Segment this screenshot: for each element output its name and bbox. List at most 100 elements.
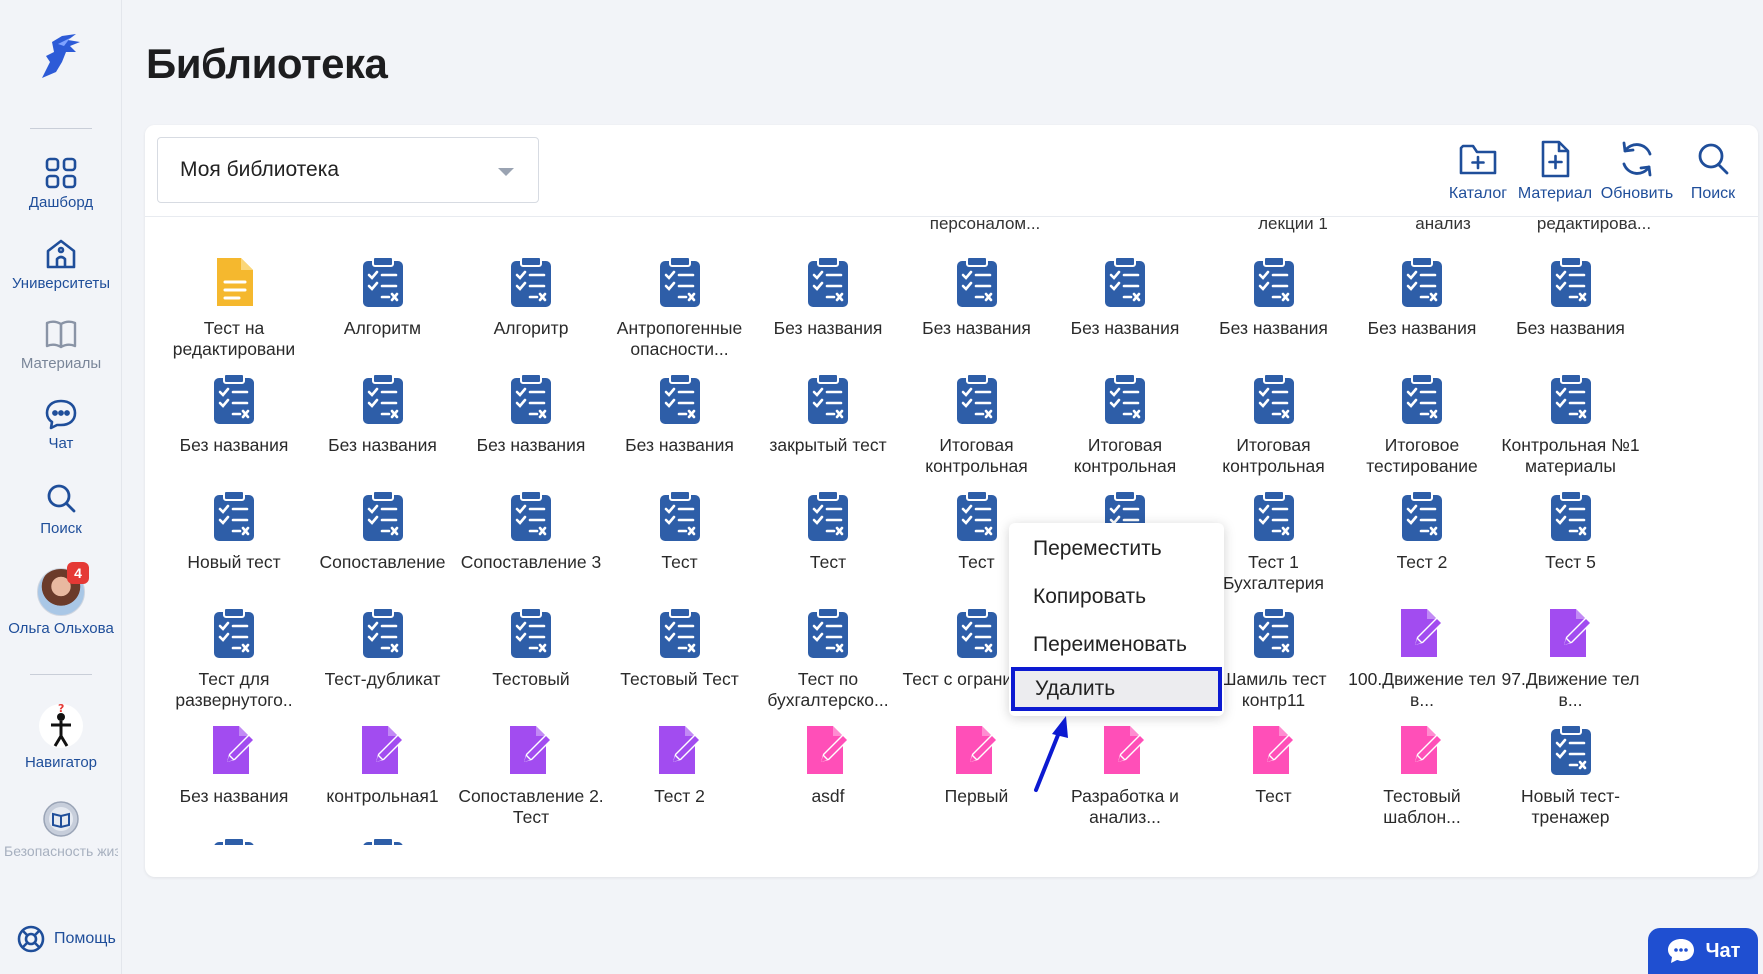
library-item[interactable]: asdf — [753, 722, 903, 807]
chat-button[interactable]: Чат — [1648, 928, 1758, 974]
library-item[interactable]: Без названия — [159, 722, 309, 807]
library-item[interactable]: Без названия — [1050, 254, 1200, 339]
refresh-button[interactable]: Обновить — [1597, 139, 1677, 203]
test-checklist-icon — [209, 371, 259, 427]
assignment-edit-icon — [952, 722, 1002, 778]
library-item[interactable]: 100.Движение тел в... — [1347, 605, 1497, 711]
menu-item-copy[interactable]: Копировать — [1009, 575, 1224, 619]
library-item[interactable]: Новый тест-тренажер — [1496, 722, 1646, 828]
library-item[interactable]: Без названия — [753, 254, 903, 339]
sidebar-item-dashboard[interactable]: Дашборд — [0, 156, 122, 212]
sidebar-item-universities[interactable]: Университеты — [0, 237, 122, 293]
library-item[interactable]: закрытый тест — [753, 371, 903, 456]
library-item-label: Сопоставление — [319, 552, 446, 572]
sidebar-item-label: Безопасность жизнедеятельн — [4, 843, 118, 859]
library-item[interactable]: Без названия — [605, 371, 755, 456]
test-checklist-icon — [506, 254, 556, 310]
library-select[interactable]: Моя библиотека — [157, 137, 539, 203]
page-title: Библиотека — [146, 40, 388, 87]
course-book-icon — [43, 801, 79, 837]
sidebar-item-course[interactable]: Безопасность жизнедеятельн — [0, 800, 122, 860]
new-catalog-button[interactable]: Каталог — [1445, 139, 1511, 203]
menu-item-move[interactable]: Переместить — [1009, 527, 1224, 571]
library-item[interactable]: Контрольная №1 материалы — [1496, 371, 1646, 477]
library-item-label: Алгоритр — [493, 318, 569, 338]
library-item[interactable]: Тест-дубликат — [308, 605, 458, 690]
library-item[interactable]: Тест 2 — [605, 722, 755, 807]
library-item[interactable]: Без названия — [1347, 254, 1497, 339]
help-link[interactable]: Помощь — [16, 924, 116, 954]
navigator-person-icon: ? — [39, 702, 83, 748]
library-item[interactable]: Без названия — [1496, 254, 1646, 339]
library-item[interactable]: Тест 5 — [1496, 488, 1646, 573]
library-item[interactable]: Тестовый Тест — [605, 605, 755, 690]
library-item[interactable]: Алгоритм — [308, 254, 458, 339]
library-item[interactable]: Итоговая контрольная — [1050, 371, 1200, 477]
lifebuoy-icon — [17, 925, 45, 953]
library-item[interactable]: Тест — [753, 488, 903, 573]
library-item-label: asdf — [811, 786, 845, 806]
library-item[interactable]: Без названия — [308, 371, 458, 456]
menu-item-rename[interactable]: Переименовать — [1009, 623, 1224, 667]
test-checklist-icon — [506, 371, 556, 427]
library-item[interactable]: Тест на редактировани — [159, 254, 309, 360]
sidebar-item-search[interactable]: Поиск — [0, 482, 122, 538]
library-item[interactable]: Итоговая контрольная — [1199, 371, 1349, 477]
sidebar-item-label: Навигатор — [24, 754, 98, 771]
library-item[interactable]: Сопоставление 3 — [456, 488, 606, 573]
library-item[interactable]: Без названия — [1199, 254, 1349, 339]
logo-icon — [42, 34, 80, 78]
library-item[interactable]: Тестовый шаблон... — [1347, 722, 1497, 828]
user-name: Ольга Ольхова — [8, 620, 114, 637]
sidebar-item-chat[interactable]: Чат — [0, 397, 122, 453]
library-item[interactable]: Тест для развернутого.. — [159, 605, 309, 711]
library-item-label: контрольная1 — [326, 786, 439, 806]
sidebar-divider — [30, 674, 92, 675]
library-item[interactable]: Алгоритр — [456, 254, 606, 339]
library-item-label: Тестовый Тест — [620, 669, 739, 689]
library-item[interactable]: Тест — [1199, 722, 1349, 807]
library-item[interactable]: Без названия — [456, 371, 606, 456]
library-select-value: Моя библиотека — [180, 158, 340, 181]
partial-item-icon — [358, 835, 408, 845]
library-item[interactable]: Итоговая контрольная — [902, 371, 1052, 477]
library-item[interactable]: Без названия — [159, 371, 309, 456]
library-item[interactable]: 97.Движение тел в... — [1496, 605, 1646, 711]
sidebar-item-label: Дашборд — [28, 194, 94, 211]
sidebar-user-profile[interactable]: 4 Ольга Ольхова — [0, 562, 122, 638]
library-item-label: Первый — [944, 786, 1009, 806]
search-button[interactable]: Поиск — [1681, 139, 1745, 203]
library-item[interactable]: Сопоставление 2. Тест — [456, 722, 606, 828]
assignment-edit-icon — [1397, 722, 1447, 778]
button-label: Материал — [1517, 185, 1593, 202]
sidebar-item-navigator[interactable]: ? Навигатор — [0, 700, 122, 772]
library-item-label: Тест для развернутого.. — [175, 669, 293, 710]
test-checklist-icon — [209, 605, 259, 661]
library-item[interactable]: Сопоставление — [308, 488, 458, 573]
new-material-button[interactable]: Материал — [1515, 139, 1595, 203]
library-item[interactable]: Новый тест — [159, 488, 309, 573]
test-checklist-icon — [506, 488, 556, 544]
library-item-label: Без названия — [922, 318, 1031, 338]
library-item-label: Без названия — [179, 786, 289, 806]
test-checklist-icon — [655, 488, 705, 544]
menu-item-delete[interactable]: Удалить — [1011, 667, 1222, 711]
library-item[interactable]: контрольная1 — [308, 722, 458, 807]
library-item[interactable]: Тестовый — [456, 605, 606, 690]
library-item-label: Без названия — [476, 435, 586, 455]
test-checklist-icon — [1546, 488, 1596, 544]
library-item[interactable]: Первый — [902, 722, 1052, 807]
assignment-edit-icon — [655, 722, 705, 778]
library-item[interactable]: Тест 2 — [1347, 488, 1497, 573]
test-checklist-icon — [655, 254, 705, 310]
library-item-label: Без названия — [1367, 318, 1477, 338]
sidebar-item-materials[interactable]: Материалы — [0, 317, 122, 373]
sidebar-item-label: Чат — [48, 435, 74, 452]
library-item[interactable]: Антропогенные опасности... — [605, 254, 755, 360]
test-checklist-icon — [1546, 254, 1596, 310]
library-item[interactable]: Без названия — [902, 254, 1052, 339]
library-item[interactable]: Тест — [605, 488, 755, 573]
library-item[interactable]: Тест по бухгалтерско... — [753, 605, 903, 711]
library-item[interactable]: Итоговое тестирование — [1347, 371, 1497, 477]
assignment-edit-icon — [803, 722, 853, 778]
